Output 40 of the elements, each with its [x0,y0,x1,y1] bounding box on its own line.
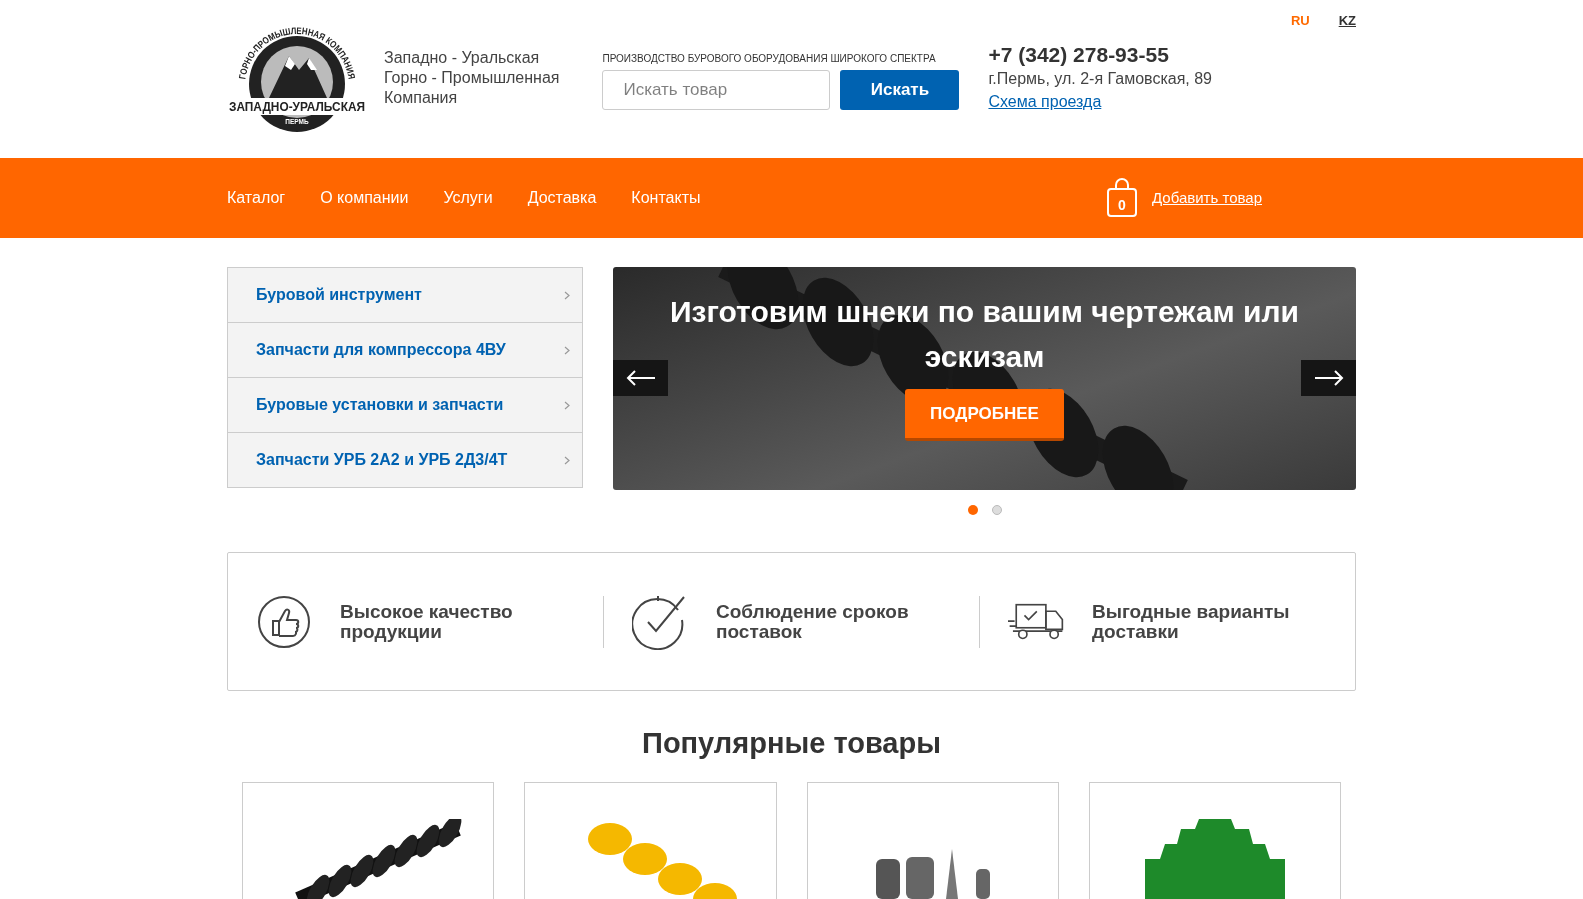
search-button[interactable]: Искать [840,70,960,110]
chevron-icon [564,455,570,465]
chevron-icon [564,345,570,355]
left-arrow-icon [625,370,656,386]
previous-arrow-button[interactable] [613,360,668,396]
next-arrow-button[interactable] [1301,360,1356,396]
feature-text: Высокое качество продукции [340,601,514,642]
search-caption: ПРОИЗВОДСТВО БУРОВОГО ОБОРУДОВАНИЯ ШИРОКОГО СПЕКТРА [602,52,937,66]
company-name-line: Западно - Уральская [384,48,541,68]
nav-link[interactable]: Каталог [227,186,286,210]
company-name-line: Компания [384,88,459,108]
slider-heading: Изготовим шнеки по вашим чертежам или эскизам [668,294,1301,375]
nav-link[interactable]: Услуги [443,186,493,210]
nav-link[interactable]: О компании [320,186,409,210]
right-arrow-icon [1313,370,1344,386]
cart-count: 0 [1117,196,1127,215]
product-card[interactable] [242,781,495,899]
details-button[interactable]: ПОДРОБНЕЕ [905,389,1064,441]
company-name-line: Горно - Промышленная [384,68,560,88]
feature-text: Соблюдение сроков поставок [716,601,910,642]
language-link[interactable]: RU [1290,11,1310,31]
chevron-icon [564,400,570,410]
section-heading: Популярные товары [642,727,941,759]
product-card[interactable] [806,781,1059,899]
category-item[interactable]: Буровой инструмент [227,267,583,323]
chevron-icon [564,290,570,300]
address: г.Пермь, ул. 2-я Гамовская, 89 [988,69,1212,89]
language-link[interactable]: KZ [1338,11,1356,31]
thumbs-up-icon [257,594,311,649]
clock-check-icon [632,593,688,650]
category-item[interactable]: Запчасти УРБ 2А2 и УРБ 2Д3/4Т [227,432,583,488]
nav-link[interactable]: Контакты [631,186,701,210]
directions-link[interactable]: Схема проезда [988,90,1102,114]
nav-link[interactable]: Доставка [527,186,597,210]
add-product-link[interactable]: Добавить товар [1152,186,1262,210]
feature-text: Выгодные варианты доставки [1092,601,1291,642]
category-item[interactable]: Буровые установки и запчасти [227,377,583,433]
category-item[interactable]: Запчасти для компрессора 4ВУ [227,322,583,378]
phone-number: +7 (342) 278-93-55 [988,42,1170,68]
search-field[interactable]: Искать товар [602,70,831,110]
